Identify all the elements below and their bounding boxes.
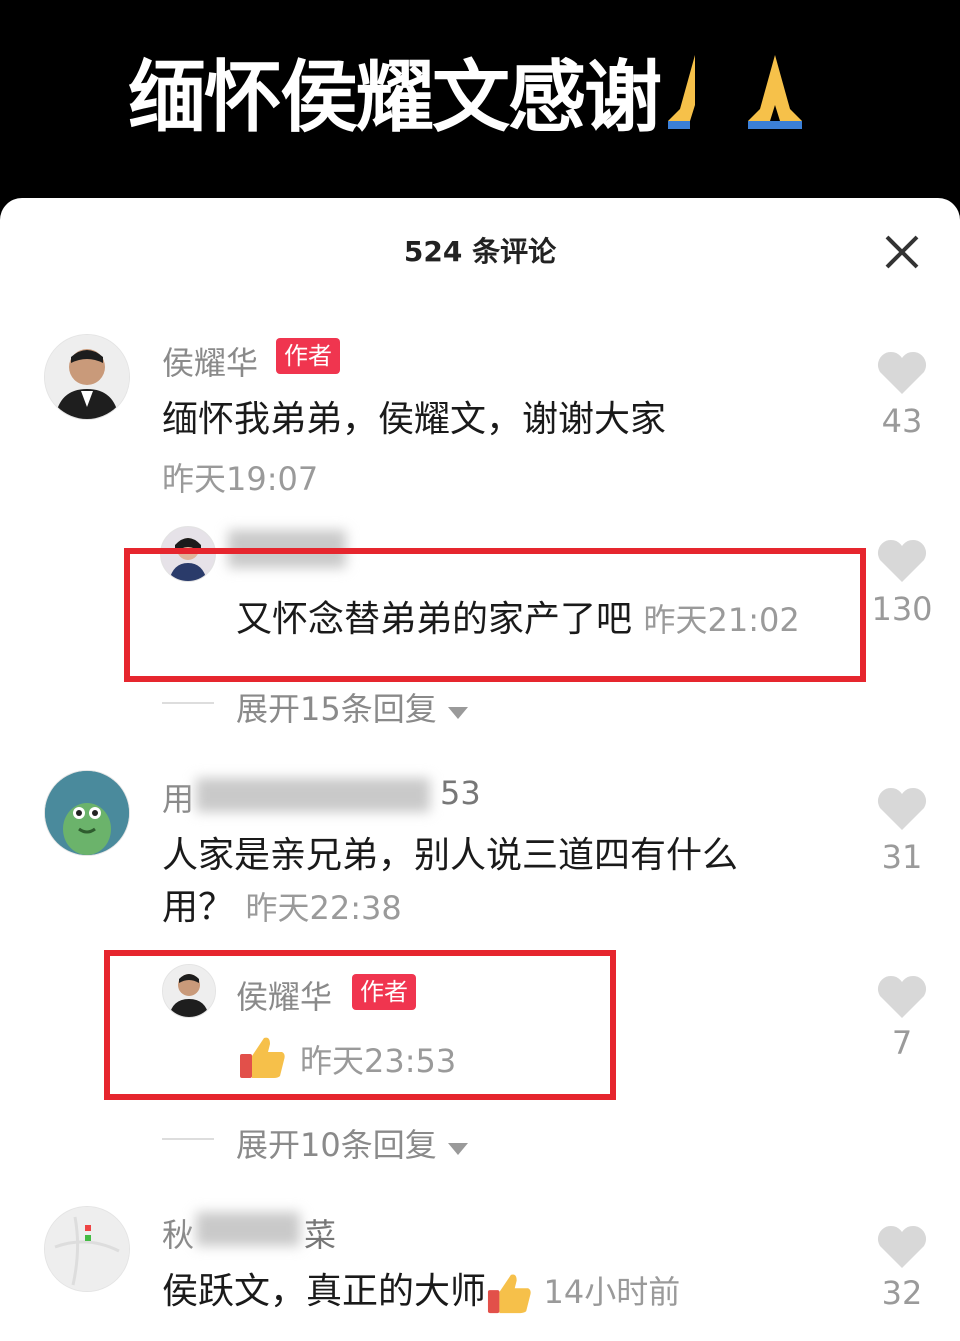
reply-text: 又怀念替弟弟的家产了吧 昨天21:02 [236,594,800,646]
like-count: 130 [871,590,933,628]
avatar[interactable] [44,334,130,420]
praying-hands-icon [660,51,730,155]
reply-time: 昨天21:02 [643,601,800,639]
comments-sheet: 524 条评论 侯耀华 作者 缅怀我弟弟，侯耀文，谢谢大家 昨天19:07 43… [0,198,960,1341]
author-badge: 作者 [276,338,340,374]
like-button[interactable] [872,538,932,588]
comment-text: 缅怀我弟弟，侯耀文，谢谢大家 [162,399,667,440]
blurred-username [196,1212,300,1246]
expand-replies-label: 展开15条回复 [236,690,437,728]
commenter-name-suffix[interactable]: 53 [440,774,481,812]
heart-icon [877,539,927,582]
thumbs-up-icon [238,1034,286,1084]
blurred-username [196,778,430,812]
commenter-name-suffix[interactable]: 菜 [304,1210,336,1256]
banner: 缅怀侯耀文感谢 [0,0,960,200]
expand-divider [162,702,214,704]
comment-time: 昨天19:07 [162,460,319,498]
commenter-name-prefix[interactable]: 用 [162,774,194,820]
like-count: 7 [891,1024,913,1062]
thumbs-up-icon [486,1271,532,1314]
author-badge: 作者 [352,974,416,1010]
like-button[interactable] [872,786,932,836]
avatar[interactable] [44,770,130,856]
comment-text-line2: 用？ 昨天22:38 [162,882,402,934]
comment-text-continuation: 用？ [162,887,235,928]
comment-count-title: 524 条评论 [403,235,557,268]
heart-icon [877,975,927,1018]
avatar[interactable] [44,1206,130,1292]
like-count: 43 [881,402,923,440]
commenter-name-prefix[interactable]: 秋 [162,1210,194,1256]
banner-title: 缅怀侯耀文感谢 [128,48,820,155]
banner-title-text: 缅怀侯耀文感谢 [128,53,662,143]
expand-replies-button[interactable]: 展开15条回复 [236,684,469,730]
close-icon [885,235,919,269]
like-button[interactable] [872,1224,932,1274]
chevron-down-icon [447,1143,468,1155]
like-button[interactable] [872,974,932,1024]
heart-icon [877,787,927,830]
commenter-name[interactable]: 侯耀华 [162,338,258,384]
comment-time: 14小时前 [543,1273,681,1311]
reply-author-name[interactable]: 侯耀华 [236,972,332,1018]
like-button[interactable] [872,350,932,400]
like-count: 31 [881,838,923,876]
comment-text-content: 侯跃文，真正的大师 [162,1271,487,1312]
heart-icon [877,351,927,394]
expand-replies-button[interactable]: 展开10条回复 [236,1120,469,1166]
praying-hands-icon [730,51,820,155]
comment-text: 人家是亲兄弟，别人说三道四有什么 [162,835,739,876]
comment-text: 侯跃文，真正的大师 14小时前 [162,1266,680,1318]
reply-time: 昨天23:53 [300,1042,457,1080]
heart-icon [877,1225,927,1268]
like-count: 32 [881,1274,923,1312]
chevron-down-icon [447,707,468,719]
avatar[interactable] [162,964,216,1018]
reply-text-content: 又怀念替弟弟的家产了吧 [236,599,633,640]
expand-replies-label: 展开10条回复 [236,1126,437,1164]
close-button[interactable] [882,232,922,272]
expand-divider [162,1138,214,1140]
comment-time: 昨天22:38 [245,889,402,927]
